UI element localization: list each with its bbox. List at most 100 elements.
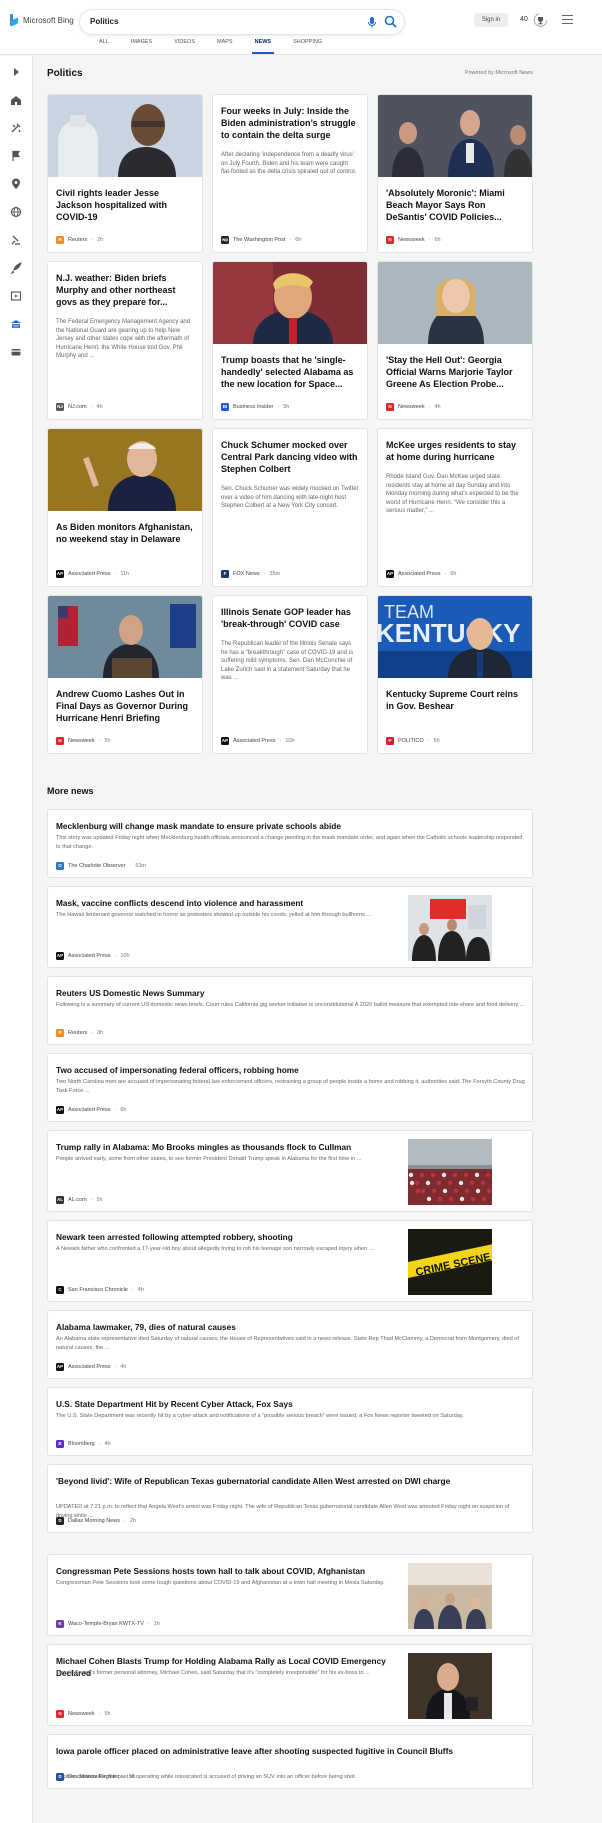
more-news-item[interactable]: Michael Cohen Blasts Trump for Holding A… (47, 1644, 533, 1726)
news-source[interactable]: AP Associated Press · 6h (56, 1106, 126, 1114)
tab-news[interactable]: NEWS (244, 39, 283, 54)
expand-icon[interactable] (10, 66, 22, 78)
news-thumbnail[interactable] (408, 1563, 492, 1629)
home-icon[interactable] (10, 94, 22, 106)
card-title[interactable]: Four weeks in July: Inside the Biden adm… (213, 95, 367, 141)
card-icon[interactable] (10, 346, 22, 358)
news-title[interactable]: Trump rally in Alabama: Mo Brooks mingle… (56, 1141, 401, 1153)
news-source[interactable]: AP Associated Press · 10h (56, 952, 130, 960)
card-title[interactable]: Chuck Schumer mocked over Central Park d… (213, 429, 367, 475)
news-card[interactable]: Four weeks in July: Inside the Biden adm… (212, 94, 368, 253)
tools-icon[interactable] (10, 122, 22, 134)
news-title[interactable]: Newark teen arrested following attempted… (56, 1231, 401, 1243)
news-source[interactable]: C San Francisco Chronicle · 4h (56, 1286, 144, 1294)
news-card[interactable]: N.J. weather: Biden briefs Murphy and ot… (47, 261, 203, 420)
news-source[interactable]: N Newsweek · 5h (56, 1710, 111, 1718)
tab-all[interactable]: ALL (88, 39, 120, 54)
news-card[interactable]: Illinois Senate GOP leader has 'break-th… (212, 595, 368, 754)
news-source[interactable]: R Reuters · 3h (56, 1029, 103, 1037)
bing-logo[interactable]: Microsoft Bing (9, 14, 74, 27)
card-source[interactable]: AP Associated Press · 6h (386, 570, 456, 578)
card-source[interactable]: AP Associated Press · 11h (56, 570, 129, 578)
news-source[interactable]: K Waco-Temple-Bryan KWTX-TV · 1h (56, 1620, 160, 1628)
news-title[interactable]: Congressman Pete Sessions hosts town hal… (56, 1565, 401, 1577)
video-icon[interactable] (10, 290, 22, 302)
card-image[interactable] (48, 429, 202, 511)
news-title[interactable]: Two accused of impersonating federal off… (56, 1064, 526, 1076)
more-news-item[interactable]: Trump rally in Alabama: Mo Brooks mingle… (47, 1130, 533, 1212)
card-image[interactable] (378, 262, 532, 344)
card-image[interactable] (213, 262, 367, 344)
card-title[interactable]: As Biden monitors Afghanistan, no weeken… (48, 521, 202, 545)
rewards-trophy-icon[interactable] (533, 13, 548, 27)
card-source[interactable]: BI Business Insider · 5h (221, 403, 289, 411)
card-title[interactable]: 'Absolutely Moronic': Miami Beach Mayor … (378, 187, 532, 223)
card-title[interactable]: Andrew Cuomo Lashes Out in Final Days as… (48, 688, 202, 724)
flag-icon[interactable] (10, 150, 22, 162)
search-input[interactable]: Politics (90, 17, 118, 26)
news-source[interactable]: D Des Moines Register · 5h (56, 1773, 135, 1781)
location-icon[interactable] (10, 178, 22, 190)
rewards-points[interactable]: 40 (520, 16, 528, 23)
more-news-item[interactable]: Two accused of impersonating federal off… (47, 1053, 533, 1122)
card-image[interactable] (378, 95, 532, 177)
card-source[interactable]: R Reuters · 2h (56, 236, 103, 244)
card-source[interactable]: NJ NJ.com · 4h (56, 403, 103, 411)
tab-images[interactable]: IMAGES (120, 39, 163, 54)
sign-in-button[interactable]: Sign in (474, 13, 508, 27)
news-title[interactable]: Alabama lawmaker, 79, dies of natural ca… (56, 1321, 526, 1333)
card-image[interactable] (48, 596, 202, 678)
more-news-item[interactable]: U.S. State Department Hit by Recent Cybe… (47, 1387, 533, 1456)
card-source[interactable]: N Newsweek · 5h (56, 737, 111, 745)
news-thumbnail[interactable]: CRIME SCENE (408, 1229, 492, 1295)
card-source[interactable]: N Newsweek · 4h (386, 403, 441, 411)
card-source[interactable]: F FOX News · 35m (221, 570, 280, 578)
news-card[interactable]: McKee urges residents to stay at home du… (377, 428, 533, 587)
news-card[interactable]: 'Stay the Hell Out': Georgia Official Wa… (377, 261, 533, 420)
card-title[interactable]: Illinois Senate GOP leader has 'break-th… (213, 596, 367, 630)
card-source[interactable]: AP Associated Press · 10h (221, 737, 295, 745)
card-title[interactable]: Civil rights leader Jesse Jackson hospit… (48, 187, 202, 223)
news-source[interactable]: B Bloomberg · 4h (56, 1440, 111, 1448)
card-title[interactable]: N.J. weather: Biden briefs Murphy and ot… (48, 262, 202, 308)
news-title[interactable]: Mask, vaccine conflicts descend into vio… (56, 897, 401, 909)
tab-shopping[interactable]: SHOPPING (282, 39, 333, 54)
card-source[interactable]: P POLITICO · 5h (386, 737, 440, 745)
card-source[interactable]: N Newsweek · 6h (386, 236, 441, 244)
rocket-icon[interactable] (10, 262, 22, 274)
more-news-item[interactable]: Mask, vaccine conflicts descend into vio… (47, 886, 533, 968)
tab-videos[interactable]: VIDEOS (163, 39, 206, 54)
card-image[interactable] (48, 95, 202, 177)
more-news-item[interactable]: Alabama lawmaker, 79, dies of natural ca… (47, 1310, 533, 1379)
news-source[interactable]: AP Associated Press · 4h (56, 1363, 126, 1371)
search-box[interactable]: Politics (80, 10, 404, 34)
tab-maps[interactable]: MAPS (206, 39, 244, 54)
hamburger-menu-icon[interactable] (562, 15, 573, 24)
news-source[interactable]: D Dallas Morning News · 2h (56, 1517, 136, 1525)
news-card[interactable]: Andrew Cuomo Lashes Out in Final Days as… (47, 595, 203, 754)
card-title[interactable]: Kentucky Supreme Court reins in Gov. Bes… (378, 688, 532, 712)
microphone-icon[interactable] (366, 16, 378, 28)
card-image[interactable]: TEAM KENTUCKY (378, 596, 532, 678)
news-card[interactable]: 'Absolutely Moronic': Miami Beach Mayor … (377, 94, 533, 253)
news-source[interactable]: AL AL.com · 1h (56, 1196, 103, 1204)
card-title[interactable]: McKee urges residents to stay at home du… (378, 429, 532, 463)
news-card[interactable]: Civil rights leader Jesse Jackson hospit… (47, 94, 203, 253)
more-news-item[interactable]: 'Beyond livid': Wife of Republican Texas… (47, 1464, 533, 1533)
news-title[interactable]: Iowa parole officer placed on administra… (56, 1745, 526, 1757)
card-title[interactable]: Trump boasts that he 'single-handedly' s… (213, 354, 367, 390)
politics-icon[interactable] (10, 318, 22, 330)
news-thumbnail[interactable] (408, 1139, 492, 1205)
card-title[interactable]: 'Stay the Hell Out': Georgia Official Wa… (378, 354, 532, 390)
search-icon[interactable] (384, 15, 397, 28)
news-title[interactable]: Mecklenburg will change mask mandate to … (56, 820, 526, 832)
news-card[interactable]: Trump boasts that he 'single-handedly' s… (212, 261, 368, 420)
more-news-item[interactable]: Iowa parole officer placed on administra… (47, 1734, 533, 1789)
more-news-item[interactable]: Congressman Pete Sessions hosts town hal… (47, 1554, 533, 1636)
card-source[interactable]: wp The Washington Post · 6h (221, 236, 301, 244)
news-card[interactable]: As Biden monitors Afghanistan, no weeken… (47, 428, 203, 587)
news-source[interactable]: O The Charlotte Observer · 53m (56, 862, 146, 870)
news-thumbnail[interactable] (408, 1653, 492, 1719)
news-card[interactable]: Chuck Schumer mocked over Central Park d… (212, 428, 368, 587)
news-title[interactable]: 'Beyond livid': Wife of Republican Texas… (56, 1475, 526, 1487)
